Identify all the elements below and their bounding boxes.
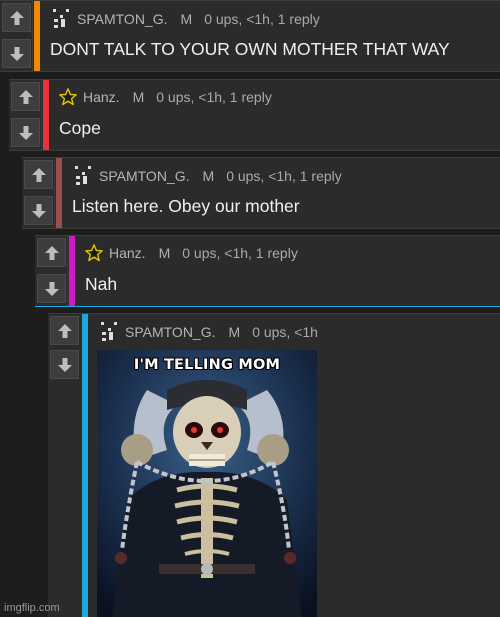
downvote-button[interactable] [50,350,79,379]
user-badge: M [228,324,241,340]
downvote-arrow-icon [9,46,24,61]
username[interactable]: SPAMTON_G. [125,324,216,340]
username[interactable]: SPAMTON_G. [99,168,190,184]
username[interactable]: SPAMTON_G. [77,11,168,27]
comment-text: DONT TALK TO YOUR OWN MOTHER THAT WAY [50,39,450,59]
upvote-button[interactable] [2,3,31,32]
star-icon [85,244,103,262]
comment-text: Nah [85,274,118,294]
downvote-button[interactable] [24,196,53,225]
upvote-arrow-icon [9,10,24,25]
downvote-button[interactable] [2,39,31,68]
comment-meta: SPAMTON_G. M 0 ups, <1h [98,322,318,342]
meme-caption: I'M TELLING MOM [133,357,281,373]
comment-stats: 0 ups, <1h [252,324,318,340]
vote-column [35,236,68,306]
upvote-button[interactable] [50,316,79,345]
comment-body: SPAMTON_G. M 0 ups, <1h, 1 reply DONT TA… [44,1,500,71]
comment-meta: Hanz. M 0 ups, <1h, 1 reply [59,88,272,106]
upvote-button[interactable] [24,160,53,189]
star-icon [59,88,77,106]
pixel-avatar-icon [53,9,69,28]
thread-depth-bar [34,1,40,71]
username[interactable]: Hanz. [109,245,146,261]
vote-column [48,314,81,617]
upvote-arrow-icon [57,323,72,338]
comment-stats: 0 ups, <1h, 1 reply [226,168,342,184]
imgflip-watermark: imgflip.com [4,602,60,614]
upvote-arrow-icon [18,89,33,104]
vote-column [9,80,42,150]
comment-text: Listen here. Obey our mother [72,196,300,216]
comment-1: SPAMTON_G. M 0 ups, <1h, 1 reply DONT TA… [0,0,500,72]
comment-stats: 0 ups, <1h, 1 reply [204,11,320,27]
meme-image[interactable]: I'M TELLING MOM [97,350,317,617]
downvote-button[interactable] [11,118,40,147]
comment-body: Hanz. M 0 ups, <1h, 1 reply Cope [53,80,500,150]
comment-text: Cope [59,118,101,138]
comment-2: Hanz. M 0 ups, <1h, 1 reply Cope [9,79,500,151]
downvote-arrow-icon [18,125,33,140]
comment-stats: 0 ups, <1h, 1 reply [156,89,272,105]
user-badge: M [132,89,145,105]
user-badge: M [158,245,171,261]
comment-body: SPAMTON_G. M 0 ups, <1h, 1 reply Listen … [66,158,500,228]
comment-meta: SPAMTON_G. M 0 ups, <1h, 1 reply [72,166,342,186]
upvote-button[interactable] [11,82,40,111]
upvote-arrow-icon [31,167,46,182]
thread-depth-bar [69,236,75,306]
comment-3: SPAMTON_G. M 0 ups, <1h, 1 reply Listen … [22,157,500,229]
thread-depth-bar [43,80,49,150]
skeleton-illustration [97,350,317,617]
comment-meta: Hanz. M 0 ups, <1h, 1 reply [85,244,298,262]
downvote-arrow-icon [44,281,59,296]
username[interactable]: Hanz. [83,89,120,105]
comment-stats: 0 ups, <1h, 1 reply [182,245,298,261]
upvote-arrow-icon [44,245,59,260]
user-badge: M [202,168,215,184]
vote-column [0,1,33,71]
comment-meta: SPAMTON_G. M 0 ups, <1h, 1 reply [50,9,320,29]
pixel-avatar-icon [75,166,91,185]
comment-4: Hanz. M 0 ups, <1h, 1 reply Nah [35,235,500,307]
pixel-avatar-icon [101,322,117,341]
upvote-button[interactable] [37,238,66,267]
vote-column [22,158,55,228]
downvote-arrow-icon [31,203,46,218]
downvote-arrow-icon [57,357,72,372]
thread-depth-bar [56,158,62,228]
thread-depth-bar [82,314,88,617]
comment-body: Hanz. M 0 ups, <1h, 1 reply Nah [79,236,500,306]
user-badge: M [180,11,193,27]
downvote-button[interactable] [37,274,66,303]
